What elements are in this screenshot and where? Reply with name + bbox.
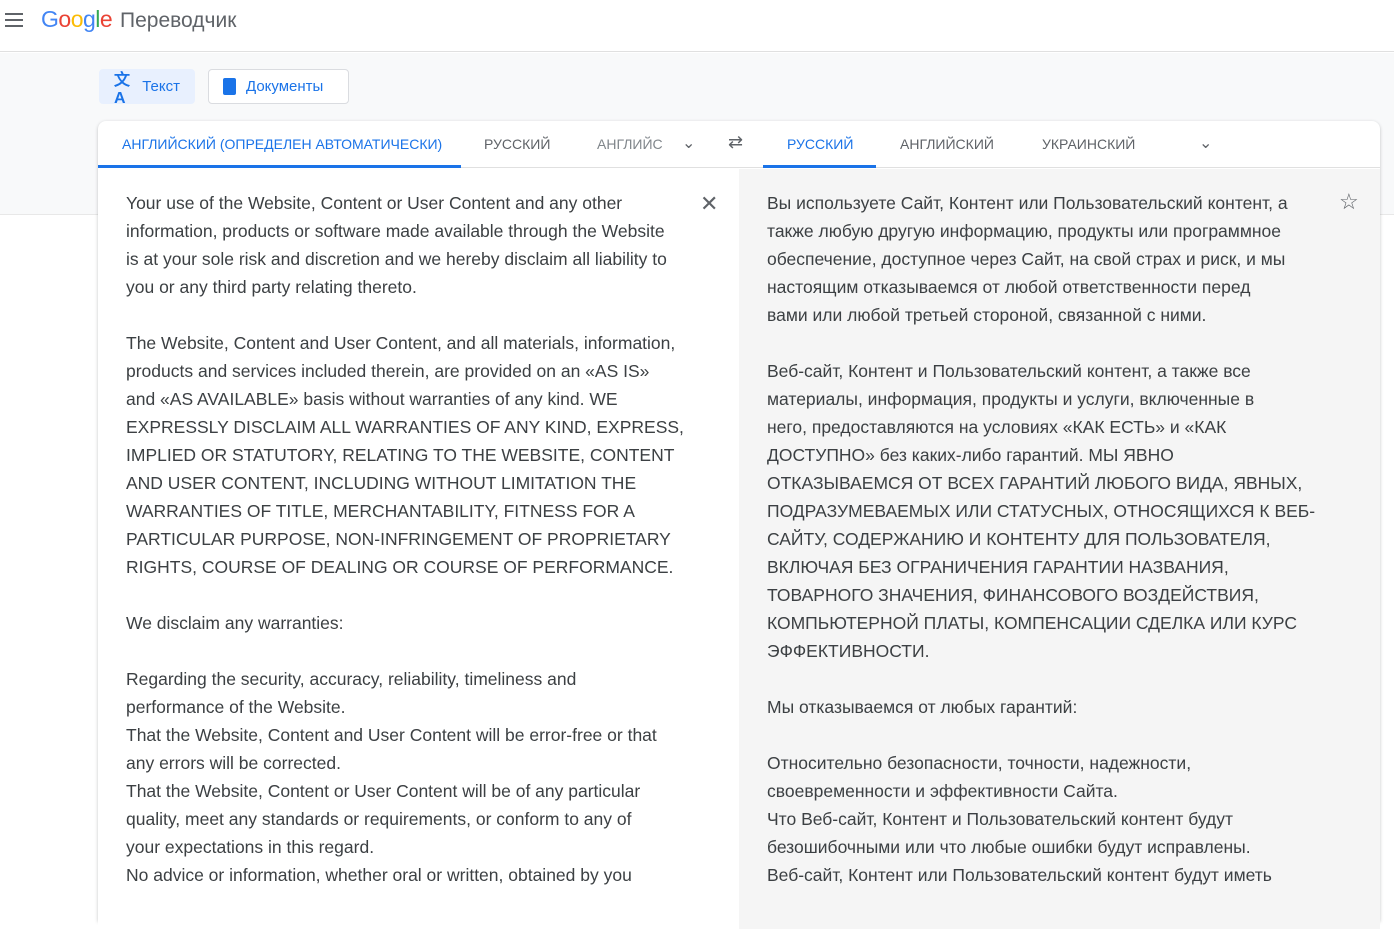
tab-source-english[interactable]: АНГЛИЙС: [573, 121, 673, 168]
document-icon: [223, 78, 236, 95]
swap-languages-icon[interactable]: ⇄: [728, 132, 743, 153]
translated-text: Вы используете Сайт, Контент или Пользов…: [767, 193, 1316, 885]
tab-source-detected[interactable]: АНГЛИЙСКИЙ (ОПРЕДЕЛЕН АВТОМАТИЧЕСКИ): [98, 121, 461, 168]
google-logo[interactable]: Google: [41, 6, 113, 33]
tab-source-russian[interactable]: РУССКИЙ: [460, 121, 574, 168]
target-language-dropdown-icon[interactable]: ⌄: [1199, 133, 1212, 153]
documents-mode-label: Документы: [246, 78, 324, 95]
language-tabs: АНГЛИЙСКИЙ (ОПРЕДЕЛЕН АВТОМАТИЧЕСКИ) РУС…: [98, 121, 1380, 168]
translator-card: АНГЛИЙСКИЙ (ОПРЕДЕЛЕН АВТОМАТИЧЕСКИ) РУС…: [98, 121, 1380, 929]
product-name: Переводчик: [120, 9, 237, 32]
tab-target-ukrainian[interactable]: УКРАИНСКИЙ: [1018, 121, 1159, 168]
source-language-dropdown-icon[interactable]: ⌄: [682, 133, 695, 153]
main-menu-icon[interactable]: [5, 13, 23, 27]
app-header: Google Переводчик: [0, 0, 1394, 52]
tab-target-russian[interactable]: РУССКИЙ: [763, 121, 876, 168]
translation-panel: Вы используете Сайт, Контент или Пользов…: [739, 169, 1380, 929]
tab-target-english[interactable]: АНГЛИЙСКИЙ: [876, 121, 1018, 168]
source-panel: Your use of the Website, Content or User…: [98, 169, 739, 929]
documents-mode-button[interactable]: Документы: [208, 69, 349, 104]
clear-source-icon[interactable]: ✕: [700, 191, 718, 217]
text-mode-label: Текст: [142, 78, 180, 95]
save-translation-star-icon[interactable]: ☆: [1339, 189, 1359, 215]
text-mode-button[interactable]: 文A Текст: [99, 69, 195, 107]
source-text-input[interactable]: Your use of the Website, Content or User…: [126, 189, 706, 889]
translate-icon: 文A: [114, 71, 131, 107]
